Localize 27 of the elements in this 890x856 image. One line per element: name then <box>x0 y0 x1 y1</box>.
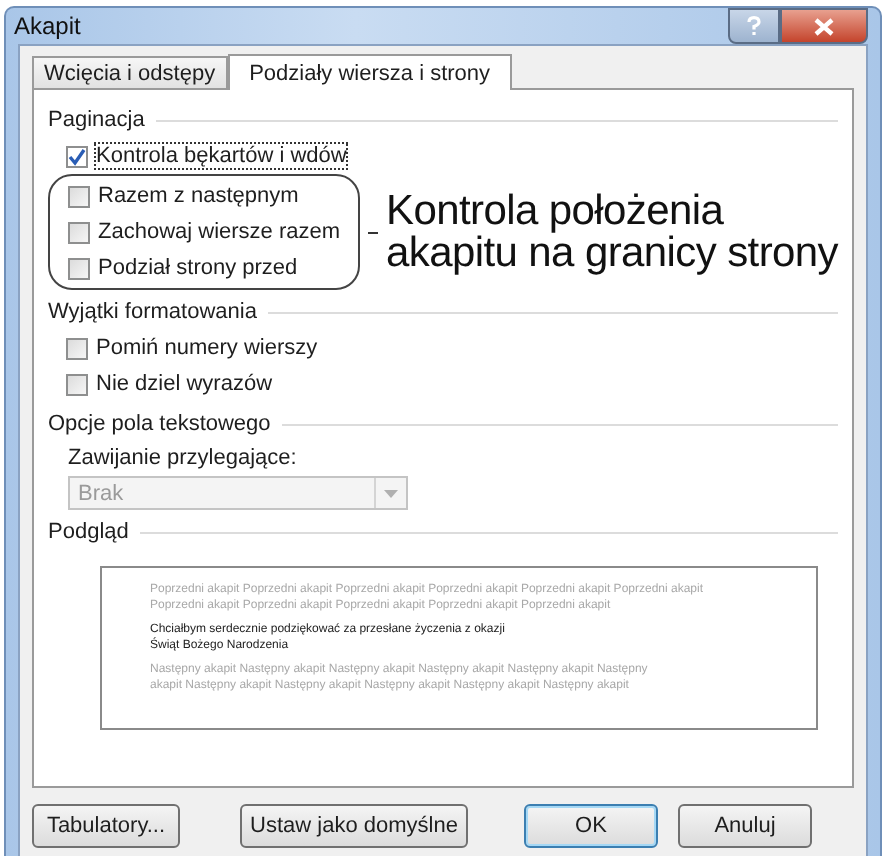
help-button[interactable] <box>728 8 780 44</box>
dialog-button[interactable]: Ustaw jako domyślne <box>240 804 468 848</box>
leader-line <box>368 231 379 233</box>
tab[interactable]: Wcięcia i odstępy <box>32 56 228 88</box>
checkbox-option[interactable]: Podział strony przed <box>66 250 300 286</box>
question-mark-icon <box>746 16 762 36</box>
section-title: Wyjątki formatowania <box>48 300 257 324</box>
window-title: Akapit <box>14 12 81 40</box>
dialog-button[interactable]: OK <box>524 804 658 848</box>
section-title: Paginacja <box>48 108 145 132</box>
dialog-button[interactable]: Tabulatory... <box>32 804 180 848</box>
caret-icon <box>384 489 398 497</box>
checkbox-option[interactable]: Kontrola bękartów i wdów <box>64 138 349 174</box>
checkbox-option[interactable]: Nie dziel wyrazów <box>64 366 275 402</box>
field-label: Zawijanie przylegające: <box>68 446 299 470</box>
checkbox-option[interactable]: Razem z następnym <box>66 178 301 214</box>
dialog-button[interactable]: Anuluj <box>678 804 812 848</box>
callout-text: Kontrola położenia <box>386 190 726 232</box>
checkmark-icon <box>68 147 86 165</box>
close-icon <box>814 17 834 35</box>
section-title: Opcje pola tekstowego <box>48 412 271 436</box>
checkbox-option[interactable]: Pomiń numery wierszy <box>64 330 320 366</box>
callout-text: akapitu na granicy strony <box>386 232 838 274</box>
checkbox-option[interactable]: Zachowaj wiersze razem <box>66 214 343 250</box>
close-button[interactable] <box>780 8 868 44</box>
section-title: Podgląd <box>48 520 129 544</box>
tab[interactable]: Podziały wiersza i strony <box>227 54 513 90</box>
